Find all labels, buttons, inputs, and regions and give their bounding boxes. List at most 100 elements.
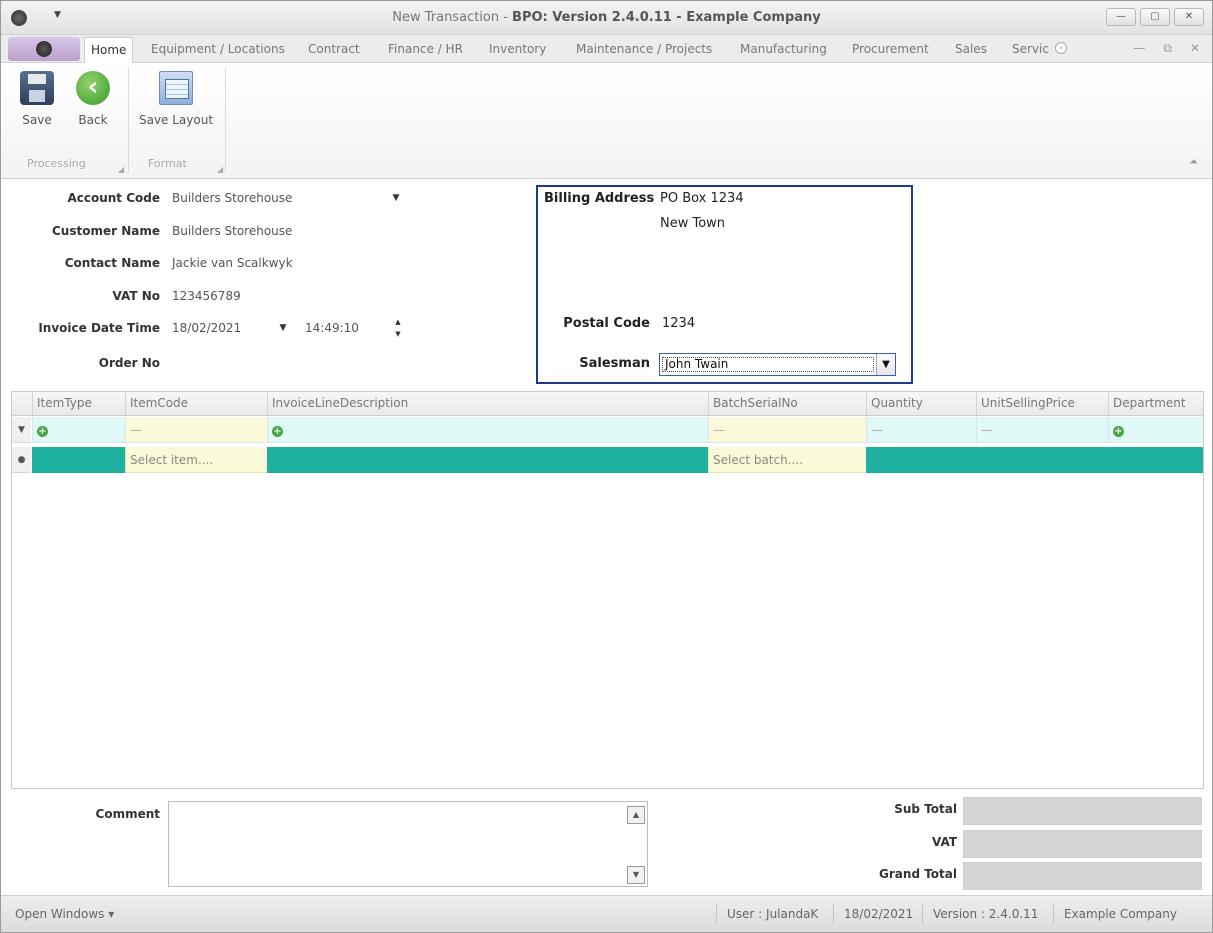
salesman-combobox[interactable]: John Twain ▼ [659,353,896,376]
save-icon [20,71,54,105]
sub-total-field [963,797,1202,825]
invoice-time-field[interactable]: 14:49:10 [305,321,359,335]
maximize-button[interactable]: ▢ [1140,8,1170,26]
tab-contract[interactable]: Contract [308,42,360,56]
filter-cell-itemtype[interactable]: + [32,417,125,443]
comment-scroll-down-icon[interactable]: ▼ [627,866,645,884]
filter-cell-quantity[interactable]: — [866,417,976,443]
filter-cell-description[interactable]: + [267,417,708,443]
save-button-label: Save [22,113,52,127]
invoice-date-dropdown-icon[interactable]: ▼ [277,322,289,334]
filter-plus-icon: + [272,426,283,437]
filter-cell-department[interactable]: + [1108,417,1203,443]
filter-cell-unitsellingprice[interactable]: — [976,417,1108,443]
column-header-quantity[interactable]: Quantity [866,392,976,416]
billing-address-line1[interactable]: PO Box 1234 [660,191,744,206]
billing-address-line2[interactable]: New Town [660,216,725,231]
account-code-dropdown-icon[interactable]: ▼ [390,192,402,204]
ribbon-collapse-icon[interactable]: ⏶ [1189,155,1198,169]
vat-no-field[interactable]: 123456789 [172,289,241,303]
window-controls: — ▢ ✕ [1106,8,1204,26]
column-header-department[interactable]: Department [1108,392,1203,416]
open-windows-menu[interactable]: Open Windows ▾ [15,907,114,921]
contact-name-field[interactable]: Jackie van Scalkwyk [172,256,293,270]
column-header-itemcode[interactable]: ItemCode [125,392,267,416]
grand-total-field [963,862,1202,890]
tab-finance-hr[interactable]: Finance / HR [388,42,463,56]
new-row-cell-batchserialno[interactable]: Select batch.... [708,447,866,473]
salesman-label: Salesman [579,356,650,371]
tab-sales[interactable]: Sales [955,42,987,56]
mdi-restore-button[interactable]: ⧉ [1163,41,1172,56]
filter-cell-itemcode[interactable]: — [125,417,267,443]
save-layout-button[interactable]: Save Layout [137,71,215,127]
invoice-date-field[interactable]: 18/02/2021 [172,321,241,335]
status-version: Version : 2.4.0.11 [933,907,1039,921]
close-button[interactable]: ✕ [1174,8,1204,26]
title-bar: ▼ New Transaction - BPO: Version 2.4.0.1… [1,1,1212,35]
invoice-date-time-label: Invoice Date Time [38,321,160,335]
tab-equipment-locations[interactable]: Equipment / Locations [151,42,285,56]
new-row-cell-unitsellingprice[interactable] [976,447,1108,473]
grid-filter-row: ▼ + — + — — — + [12,417,1203,443]
save-layout-button-label: Save Layout [138,113,214,127]
tab-inventory[interactable]: Inventory [489,42,546,56]
new-row-cell-description[interactable] [267,447,708,473]
new-row-cell-quantity[interactable] [866,447,976,473]
contact-name-label: Contact Name [64,256,160,270]
format-group-launcher-icon[interactable]: ◢ [217,165,223,174]
filter-row-indicator-icon: ▼ [12,417,31,443]
comment-textarea[interactable]: ▲ ▼ [168,801,648,887]
ribbon-group-divider [225,67,226,173]
save-layout-icon [159,71,193,105]
column-header-batchserialno[interactable]: BatchSerialNo [708,392,866,416]
salesman-value[interactable]: John Twain [662,357,874,372]
tab-home[interactable]: Home [84,37,134,64]
save-button[interactable]: Save [19,71,55,127]
customer-name-field[interactable]: Builders Storehouse [172,224,292,238]
order-no-label: Order No [98,356,160,370]
new-row-cell-itemcode[interactable]: Select item.... [125,447,267,473]
status-bar: Open Windows ▾ User : JulandaK 18/02/202… [1,895,1212,932]
tab-service[interactable]: Servic [1012,42,1057,56]
minimize-button[interactable]: — [1106,8,1136,26]
mdi-controls: — ⧉ ✕ [1133,41,1200,56]
mdi-close-button[interactable]: ✕ [1190,41,1200,56]
time-spin-down-icon[interactable]: ▼ [392,328,404,340]
order-no-field[interactable] [172,356,382,372]
application-menu-button[interactable] [8,37,80,61]
application-window: ▼ New Transaction - BPO: Version 2.4.0.1… [0,0,1213,933]
new-row-cell-department[interactable] [1108,447,1203,473]
ribbon-tab-bar: Home Equipment / Locations Contract Fina… [1,35,1212,64]
column-header-itemtype[interactable]: ItemType [32,392,125,416]
postal-code-field[interactable]: 1234 [662,316,695,331]
filter-dash-icon: — [713,423,725,437]
back-arrow-icon [76,71,110,105]
tab-maintenance-projects[interactable]: Maintenance / Projects [576,42,712,56]
tab-scroll-right-button[interactable]: › [1055,42,1067,54]
grid-new-row: ● Select item.... Select batch.... [12,447,1203,473]
customer-name-label: Customer Name [52,224,160,238]
column-header-invoicelinedescription[interactable]: InvoiceLineDescription [267,392,708,416]
back-button[interactable]: Back [74,71,112,127]
vat-no-label: VAT No [112,289,160,303]
processing-group-launcher-icon[interactable]: ◢ [118,165,124,174]
tab-procurement[interactable]: Procurement [852,42,929,56]
mdi-minimize-button[interactable]: — [1133,41,1145,56]
salesman-dropdown-icon[interactable]: ▼ [876,354,895,375]
comment-scroll-up-icon[interactable]: ▲ [627,806,645,824]
ribbon-group-processing: Processing [27,157,86,170]
sub-total-label: Sub Total [894,802,957,816]
grand-total-label: Grand Total [879,867,957,881]
new-row-cell-itemtype[interactable] [32,447,125,473]
status-divider [833,904,834,924]
window-title-main: BPO: Version 2.4.0.11 - Example Company [512,10,821,25]
tab-manufacturing[interactable]: Manufacturing [740,42,827,56]
vat-label: VAT [931,835,957,849]
column-header-unitsellingprice[interactable]: UnitSellingPrice [976,392,1108,416]
filter-cell-batchserialno[interactable]: — [708,417,866,443]
time-spin-up-icon[interactable]: ▲ [392,316,404,328]
account-code-field[interactable]: Builders Storehouse [172,191,292,205]
ribbon-panel: Save Back Save Layout Processing ◢ Forma… [1,63,1212,179]
status-user: User : JulandaK [727,907,819,921]
